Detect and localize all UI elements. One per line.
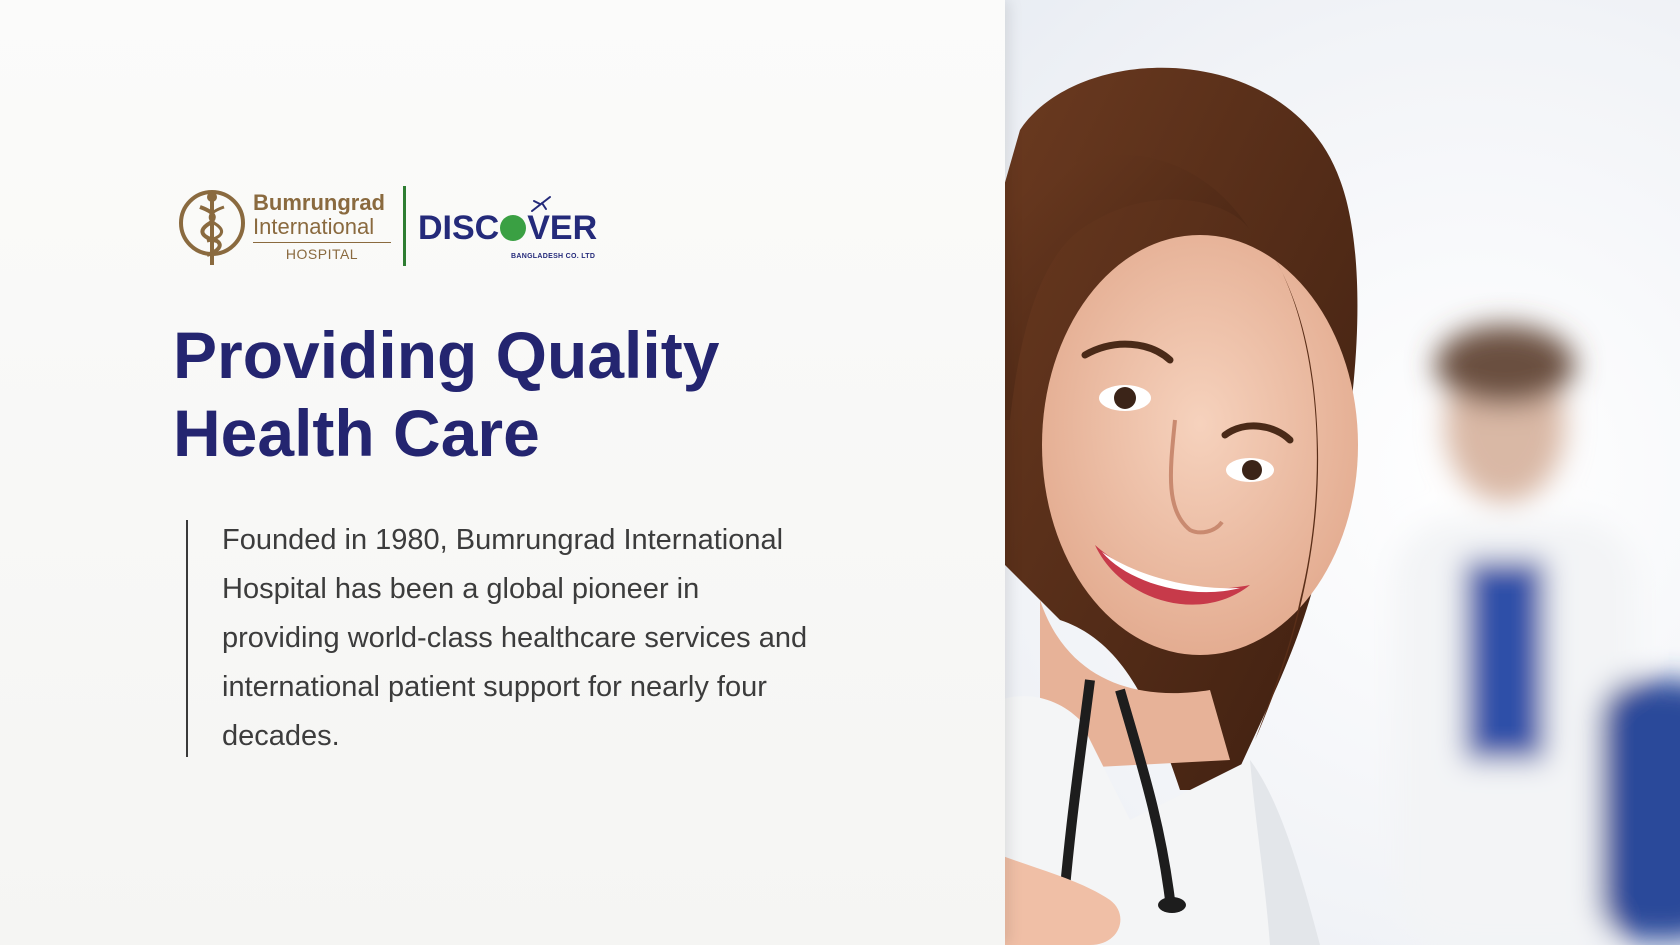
airplane-icon	[531, 195, 551, 212]
title-line1: Providing Quality	[173, 318, 720, 392]
hospital-name-line2: International	[253, 213, 375, 239]
title-line2: Health Care	[173, 396, 540, 470]
caduceus-icon	[179, 190, 245, 265]
hospital-name-line3: HOSPITAL	[285, 245, 359, 262]
partner-logo[interactable]: DISC VER BANGLADESH CO. LTD	[418, 195, 598, 260]
logo-rule	[253, 241, 391, 243]
quote-bar	[186, 520, 188, 757]
hospital-logo[interactable]: Bumrungrad International HOSPITAL	[177, 185, 391, 267]
partner-name-left: DISC	[418, 208, 500, 247]
page-title: Providing Quality Health Care	[173, 316, 873, 472]
doctor-illustration	[1000, 67, 1680, 945]
content-panel: Bumrungrad International HOSPITAL DISC VE…	[0, 0, 1005, 945]
partner-subtitle: BANGLADESH CO. LTD	[511, 252, 596, 260]
logo-row: Bumrungrad International HOSPITAL DISC VE…	[177, 185, 597, 267]
logo-divider	[403, 186, 406, 266]
partner-name-right: VER	[527, 208, 598, 247]
globe-icon	[500, 214, 527, 241]
hero-description: Founded in 1980, Bumrungrad Internationa…	[222, 524, 808, 752]
hero-photo	[1000, 0, 1680, 945]
blurred-doctor-icon	[1395, 325, 1680, 945]
hospital-name-line1: Bumrungrad	[253, 189, 385, 215]
